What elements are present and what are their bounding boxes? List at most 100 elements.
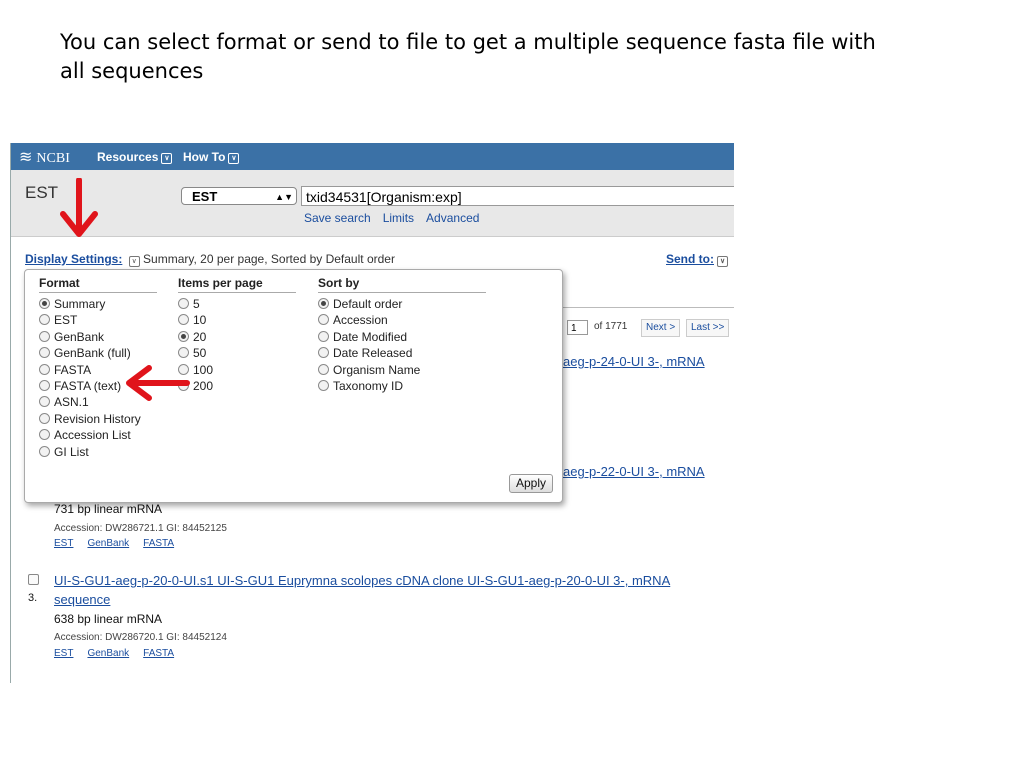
display-settings-panel: Format Summary EST GenBank GenBank (full) FA… [24,269,563,503]
items-option-label: 20 [193,329,207,344]
resources-menu[interactable]: Resources ∨ [97,150,173,164]
sort-option-label: Date Released [333,346,413,361]
format-option-label: ASN.1 [54,395,89,410]
items-heading: Items per page [178,276,296,293]
search-input[interactable]: txid34531[Organism:exp] [301,186,734,206]
display-settings-link[interactable]: Display Settings: [25,252,122,266]
sort-option[interactable]: Accession [318,312,486,328]
est-link[interactable]: EST [54,538,73,549]
howto-label: How To [183,150,226,164]
radio-button[interactable] [39,412,50,424]
sort-option-label: Default order [333,297,403,311]
radio-button[interactable] [318,314,329,326]
format-option-label: FASTA [54,362,92,377]
radio-button[interactable] [39,298,50,309]
limits-link[interactable]: Limits [383,211,414,225]
result-title-1[interactable]: aeg-p-24-0-UI 3-, mRNA [563,354,705,369]
sort-options: Default order Accession Date Modified Date … [318,296,486,394]
items-option-label: 100 [193,362,214,377]
radio-button[interactable] [318,347,329,359]
radio-button[interactable] [178,314,189,326]
sort-option-label: Organism Name [333,362,421,377]
format-option[interactable]: GI List [39,444,157,460]
radio-button[interactable] [39,363,50,375]
radio-button[interactable] [39,330,50,342]
items-option-label: 200 [193,379,214,394]
chevron-down-icon: ∨ [228,153,240,164]
radio-button[interactable] [318,363,329,375]
items-option[interactable]: 200 [178,378,296,394]
display-summary: Summary, 20 per page, Sorted by Default … [143,252,395,266]
sort-option[interactable]: Default order [318,296,486,312]
radio-button[interactable] [39,314,50,326]
save-search-link[interactable]: Save search [304,211,371,225]
items-option[interactable]: 20 [178,329,296,345]
sort-option[interactable]: Taxonomy ID [318,378,486,394]
radio-button[interactable] [178,330,189,342]
sort-option[interactable]: Date Modified [318,329,486,345]
format-option-label: Accession List [54,428,131,443]
result-3-title[interactable]: UI-S-GU1-aeg-p-20-0-UI.s1 UI-S-GU1 Eupry… [54,573,670,588]
ncbi-logo[interactable]: ≋ NCBI [19,147,70,167]
apply-button[interactable]: Apply [509,474,554,493]
next-page-button[interactable]: Next > [641,319,681,337]
result-title-2[interactable]: aeg-p-22-0-UI 3-, mRNA [563,464,705,479]
slide-caption: You can select format or send to file to… [60,30,876,83]
last-page-button[interactable]: Last >> [686,319,730,337]
radio-button[interactable] [178,347,189,359]
format-option[interactable]: Revision History [39,411,157,427]
genbank-link[interactable]: GenBank [87,538,129,549]
ncbi-screenshot: ≋ NCBI Resources ∨ How To ∨ EST EST ▲▼ txid3… [10,143,734,683]
radio-button[interactable] [178,298,189,309]
format-option[interactable]: Summary [39,296,157,312]
items-option[interactable]: 10 [178,312,296,328]
divider [563,307,734,308]
radio-button[interactable] [39,445,50,457]
est-link[interactable]: EST [54,648,73,659]
result-3-accession: Accession: DW286720.1 GI: 84452124 [54,632,227,643]
result-3-number: 3. [28,592,38,604]
ncbi-logo-icon: ≋ [19,149,33,166]
radio-button[interactable] [39,380,50,392]
genbank-link[interactable]: GenBank [87,648,129,659]
result-3-links: EST GenBank FASTA [54,648,188,659]
ncbi-top-bar: ≋ NCBI Resources ∨ How To ∨ [11,143,734,170]
format-option-label: GI List [54,444,89,459]
items-column: Items per page 5 10 20 50 100 200 [178,276,296,394]
result-3-checkbox[interactable] [28,574,39,585]
radio-button[interactable] [39,347,50,359]
radio-button[interactable] [39,396,50,408]
page-count: of 1771 [594,321,628,332]
sort-option[interactable]: Date Released [318,345,486,361]
format-option[interactable]: Accession List [39,427,157,443]
items-option[interactable]: 100 [178,362,296,378]
radio-button[interactable] [318,330,329,342]
advanced-link[interactable]: Advanced [426,211,479,225]
radio-button[interactable] [318,298,329,309]
chevron-down-icon: ∨ [161,153,173,164]
format-option[interactable]: GenBank [39,329,157,345]
left-arrow-annotation-icon [126,365,190,401]
fasta-link[interactable]: FASTA [143,648,174,659]
database-select-value: EST [192,189,218,204]
result-3-meta: 638 bp linear mRNA [54,612,163,626]
format-option-label: Summary [54,297,106,311]
sort-option[interactable]: Organism Name [318,362,486,378]
items-option[interactable]: 5 [178,296,296,312]
format-option[interactable]: GenBank (full) [39,345,157,361]
page-number-input[interactable]: 1 [567,320,588,335]
items-option[interactable]: 50 [178,345,296,361]
fasta-link[interactable]: FASTA [143,538,174,549]
result-3-title-cont[interactable]: sequence [54,592,110,607]
sort-option-label: Date Modified [333,329,408,344]
ncbi-logo-text: NCBI [36,151,70,166]
radio-button[interactable] [39,429,50,441]
items-options: 5 10 20 50 100 200 [178,296,296,394]
send-to-menu[interactable]: Send to: ∨ [666,252,728,267]
items-option-label: 5 [193,297,200,311]
radio-button[interactable] [318,380,329,392]
chevron-down-icon[interactable]: ∨ [128,256,140,267]
howto-menu[interactable]: How To ∨ [183,150,240,164]
database-select[interactable]: EST ▲▼ [181,187,297,205]
format-option[interactable]: EST [39,312,157,328]
